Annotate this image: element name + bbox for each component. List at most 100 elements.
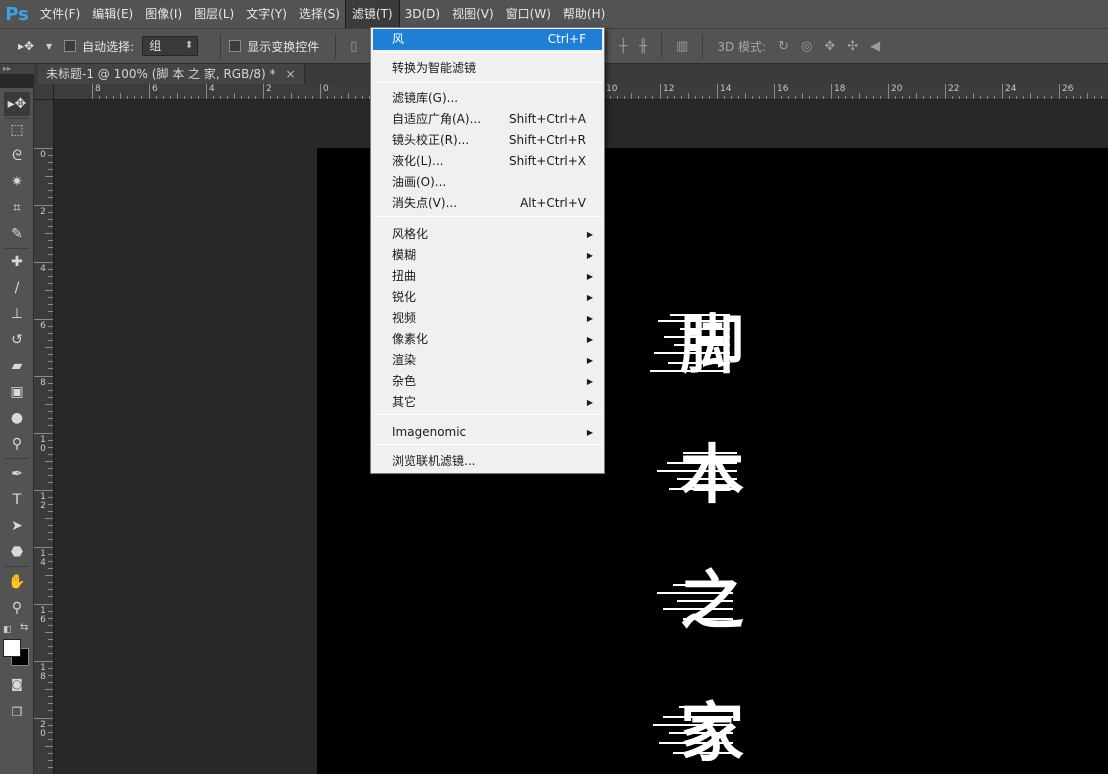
ruler-tick: [206, 84, 207, 99]
ruler-minor-tick: [45, 632, 53, 633]
foreground-color-swatch[interactable]: [3, 639, 21, 657]
menu-divider: [375, 414, 602, 415]
3d-rotate-icon[interactable]: ↻: [778, 39, 789, 54]
menu-type[interactable]: 文字(Y): [240, 0, 293, 28]
move-tool-preset-icon[interactable]: ▸✥: [18, 39, 46, 53]
ruler-minor-tick: [1087, 93, 1088, 99]
menu-item-pixelate[interactable]: 像素化 ▶: [373, 329, 602, 350]
ruler-minor-tick: [45, 290, 53, 291]
close-icon[interactable]: ×: [286, 64, 296, 84]
marquee-icon[interactable]: ⬚: [4, 118, 30, 142]
menu-item-label: 浏览联机滤镜...: [392, 454, 476, 468]
menu-item-vanishing-point[interactable]: 消失点(V)... Alt+Ctrl+V: [373, 193, 602, 214]
menu-filter[interactable]: 滤镜(T): [344, 0, 400, 29]
document-tab[interactable]: 未标题-1 @ 100% (脚 本 之 家, RGB/8) * ×: [38, 64, 305, 84]
menu-3d[interactable]: 3D(D): [399, 0, 446, 28]
eraser-icon[interactable]: ▰: [4, 354, 30, 378]
menu-item-filter-gallery[interactable]: 滤镜库(G)...: [373, 88, 602, 109]
eyedropper-icon[interactable]: ✎: [4, 222, 30, 246]
menu-item-render[interactable]: 渲染 ▶: [373, 350, 602, 371]
menu-edit[interactable]: 编辑(E): [86, 0, 139, 28]
menu-item-label: Imagenomic: [392, 425, 467, 439]
default-colors-icon[interactable]: ◧: [3, 625, 12, 635]
show-transform-checkbox[interactable]: [229, 40, 242, 52]
menu-item-label: 油画(O)...: [392, 175, 447, 189]
auto-select-dropdown[interactable]: 组: [142, 36, 199, 56]
menu-item-browse-online-filters[interactable]: 浏览联机滤镜...: [373, 451, 602, 472]
menu-item-label: 风格化: [392, 227, 429, 241]
vertical-ruler[interactable]: 0 2 4 6 8 10 12 14 16 18 20: [34, 100, 54, 774]
auto-select-checkbox[interactable]: [64, 40, 77, 52]
path-selection-icon[interactable]: ➤: [4, 514, 30, 538]
panel-collapse-strip[interactable]: ▸▸: [0, 64, 34, 74]
menu-item-label: 自适应广角(A)...: [392, 112, 482, 126]
divider: [702, 34, 704, 58]
pen-icon[interactable]: ✒: [4, 462, 30, 486]
menu-item-imagenomic[interactable]: Imagenomic ▶: [373, 422, 602, 443]
menu-item-wind[interactable]: 风 Ctrl+F: [373, 29, 602, 50]
menu-view[interactable]: 视图(V): [446, 0, 500, 28]
brush-icon[interactable]: /: [4, 276, 30, 300]
blur-icon[interactable]: ●: [4, 406, 30, 430]
menu-item-shortcut: Shift+Ctrl+A: [509, 112, 586, 126]
gradient-icon[interactable]: ▣: [4, 380, 30, 404]
history-brush-icon[interactable]: ↺: [4, 328, 30, 352]
menu-layer[interactable]: 图层(L): [188, 0, 240, 28]
3d-scale-icon[interactable]: ◀: [870, 39, 880, 54]
menu-item-adaptive-wide-angle[interactable]: 自适应广角(A)... Shift+Ctrl+A: [373, 109, 602, 130]
menu-item-sharpen[interactable]: 锐化 ▶: [373, 287, 602, 308]
menu-item-label: 滤镜库(G)...: [392, 91, 459, 105]
canvas-char-3: 之: [680, 565, 744, 639]
quick-mask-icon[interactable]: ◙: [4, 672, 30, 696]
ruler-origin[interactable]: [34, 84, 54, 100]
hand-icon[interactable]: ✋: [4, 570, 30, 594]
ruler-label: 22: [948, 84, 960, 94]
clone-stamp-icon[interactable]: ⊥: [4, 302, 30, 326]
menu-help[interactable]: 帮助(H): [557, 0, 611, 28]
3d-roll-icon[interactable]: ◎: [801, 39, 812, 54]
align-top-icon[interactable]: ▯: [350, 39, 357, 54]
menu-image[interactable]: 图像(I): [139, 0, 188, 28]
menu-file[interactable]: 文件(F): [34, 0, 86, 28]
3d-slide-icon[interactable]: ✣: [847, 39, 858, 54]
menu-item-liquify[interactable]: 液化(L)... Shift+Ctrl+X: [373, 151, 602, 172]
swap-colors-icon[interactable]: ⇆: [20, 622, 28, 633]
menu-item-noise[interactable]: 杂色 ▶: [373, 371, 602, 392]
distribute-h-center-icon[interactable]: ┼: [619, 39, 627, 54]
ruler-minor-tick: [1030, 93, 1031, 99]
ruler-tick: [149, 84, 150, 99]
auto-align-icon[interactable]: ▥: [676, 39, 688, 54]
type-icon[interactable]: T: [4, 488, 30, 512]
magic-wand-icon[interactable]: ✷: [4, 170, 30, 194]
3d-drag-icon[interactable]: ✥: [824, 39, 835, 54]
ruler-label: 14: [720, 84, 732, 94]
distribute-right-icon[interactable]: ╫: [639, 39, 647, 54]
crop-icon[interactable]: ⌗: [4, 196, 30, 220]
menu-window[interactable]: 窗口(W): [500, 0, 557, 28]
dodge-icon[interactable]: ⚲: [4, 432, 30, 456]
healing-brush-icon[interactable]: ✚: [4, 250, 30, 274]
submenu-arrow-icon: ▶: [586, 230, 593, 239]
ruler-label: 26: [1062, 84, 1074, 94]
menu-select[interactable]: 选择(S): [293, 0, 346, 28]
menu-divider: [375, 82, 602, 83]
chevron-down-icon[interactable]: ▼: [46, 42, 52, 51]
menu-item-convert-smart-filters[interactable]: 转换为智能滤镜: [373, 58, 602, 79]
move-icon[interactable]: ▸✥: [4, 92, 30, 116]
menu-item-other[interactable]: 其它 ▶: [373, 392, 602, 413]
menu-item-video[interactable]: 视频 ▶: [373, 308, 602, 329]
menu-item-shortcut: Shift+Ctrl+X: [509, 154, 586, 168]
menu-item-oil-paint[interactable]: 油画(O)...: [373, 172, 602, 193]
lasso-icon[interactable]: ᘓ: [4, 144, 30, 168]
menu-item-lens-correction[interactable]: 镜头校正(R)... Shift+Ctrl+R: [373, 130, 602, 151]
zoom-icon[interactable]: ⚲: [4, 596, 30, 620]
auto-select-label: 自动选择:: [82, 39, 135, 54]
menu-item-distort[interactable]: 扭曲 ▶: [373, 266, 602, 287]
ruler-minor-tick: [45, 233, 53, 234]
screen-mode-icon[interactable]: ❐: [4, 700, 30, 724]
ruler-label: 12: [40, 492, 46, 511]
menu-item-blur[interactable]: 模糊 ▶: [373, 245, 602, 266]
submenu-arrow-icon: ▶: [586, 335, 593, 344]
shape-icon[interactable]: ⬣: [4, 540, 30, 564]
menu-item-stylize[interactable]: 风格化 ▶: [373, 224, 602, 245]
